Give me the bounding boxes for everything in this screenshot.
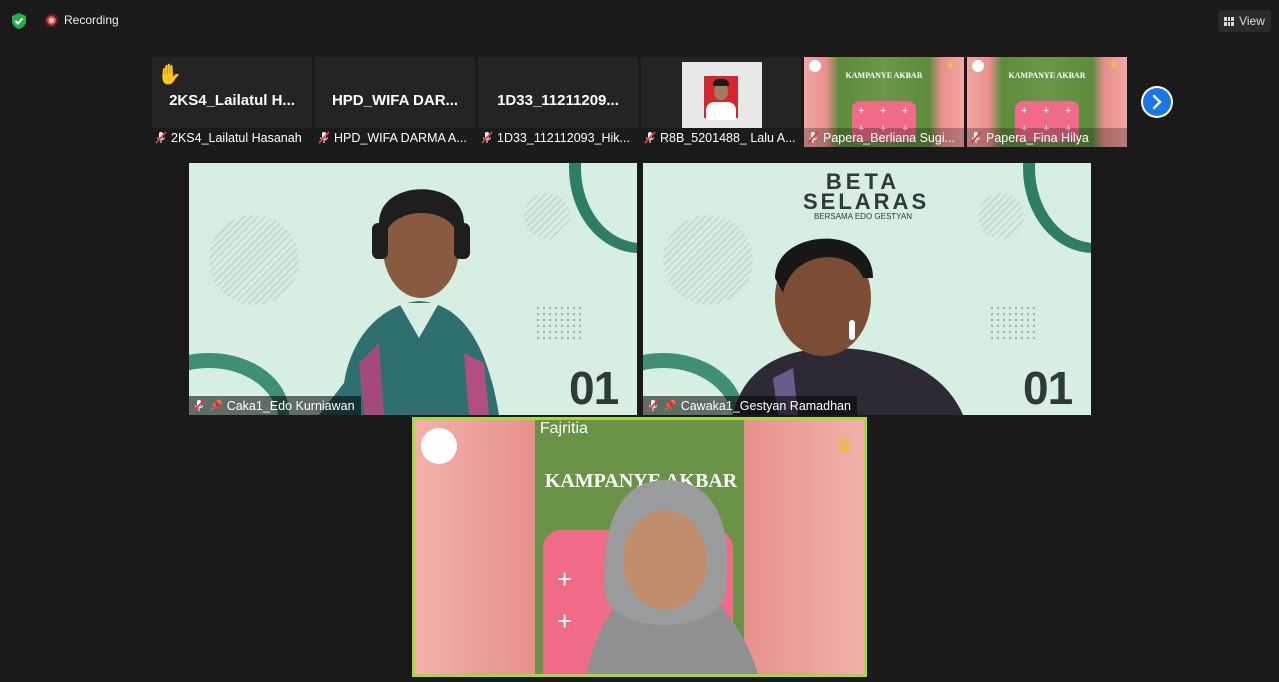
participant-name: Cawaka1_Gestyan Ramadhan xyxy=(680,398,851,413)
active-speaker-video[interactable]: ♛ KAMPANYE AKBAR + + 📌 MC_Rahajeng Fajri… xyxy=(412,417,867,677)
participant-tile[interactable]: ♛ KAMPANYE AKBAR + + + + + + Papera_Fina Hily… xyxy=(967,57,1127,147)
participant-name: Caka1_Edo Kurniawan xyxy=(226,398,355,413)
muted-mic-icon xyxy=(155,131,167,144)
participant-name-tag: Papera_Fina Hilya xyxy=(967,128,1127,147)
participant-tile[interactable]: R8B_5201488_ Lalu A... xyxy=(641,57,801,147)
recording-label: Recording xyxy=(64,13,119,27)
grid-view-icon xyxy=(1224,16,1235,26)
participant-name-tag: 📌 Caka1_Edo Kurniawan xyxy=(189,396,361,415)
participant-profile-photo xyxy=(682,62,762,128)
muted-mic-icon xyxy=(481,131,493,144)
recording-indicator[interactable]: Recording xyxy=(45,13,119,27)
participant-name-tag: HPD_WIFA DARMA A... xyxy=(315,128,475,147)
muted-mic-icon xyxy=(193,399,205,412)
participant-tile[interactable]: 1D33_11211209... 1D33_112112093_Hik... xyxy=(478,57,638,147)
participant-tile[interactable]: HPD_WIFA DAR... HPD_WIFA DARMA A... xyxy=(315,57,475,147)
pin-icon: 📌 xyxy=(209,400,223,412)
muted-mic-icon xyxy=(970,131,982,144)
participant-name-tag: R8B_5201488_ Lalu A... xyxy=(641,128,801,147)
slide-number: 01 xyxy=(1023,362,1073,414)
view-button-label: View xyxy=(1239,14,1265,28)
participant-strip: ✋ 2KS4_Lailatul H... 2KS4_Lailatul Hasan… xyxy=(152,57,1128,147)
participant-name-tag: Papera_Berliana Sugi... xyxy=(804,128,964,147)
participant-name: 1D33_112112093_Hik... xyxy=(497,130,630,145)
muted-mic-icon xyxy=(807,131,819,144)
top-bar: Recording View xyxy=(0,0,1279,40)
participant-name: R8B_5201488_ Lalu A... xyxy=(660,130,796,145)
security-shield-icon[interactable] xyxy=(10,12,28,30)
pin-icon: 📌 xyxy=(663,400,677,412)
participant-name-tag: 1D33_112112093_Hik... xyxy=(478,128,638,147)
speaker-figure xyxy=(319,189,499,415)
speaker-figure xyxy=(733,238,963,415)
emblem-icon: ♛ xyxy=(946,60,955,71)
video-banner-text: KAMPANYE AKBAR xyxy=(1008,71,1086,80)
emblem-icon: ♛ xyxy=(834,432,854,457)
event-logo-icon xyxy=(421,428,457,464)
participant-name-tag: 2KS4_Lailatul Hasanah xyxy=(152,128,312,147)
view-button[interactable]: View xyxy=(1218,10,1271,32)
recording-icon xyxy=(45,13,58,27)
muted-mic-icon xyxy=(644,131,656,144)
video-banner-text: KAMPANYE AKBAR xyxy=(845,71,923,80)
participant-name: Papera_Berliana Sugi... xyxy=(823,130,956,145)
chevron-right-icon xyxy=(1152,94,1162,110)
participant-name: HPD_WIFA DARMA A... xyxy=(334,130,467,145)
participant-name: Papera_Fina Hilya xyxy=(986,130,1089,145)
next-page-button[interactable] xyxy=(1141,86,1173,118)
event-logo-icon xyxy=(809,60,821,72)
participant-name: 2KS4_Lailatul Hasanah xyxy=(171,130,302,145)
emblem-icon: ♛ xyxy=(1109,60,1118,71)
participant-tile[interactable]: ✋ 2KS4_Lailatul H... 2KS4_Lailatul Hasan… xyxy=(152,57,312,147)
participant-display-name: 2KS4_Lailatul H... xyxy=(169,92,295,109)
video-tile-cawaka[interactable]: BETA SELARAS BERSAMA EDO GESTYAN 01 📌 Ca… xyxy=(643,163,1091,415)
raised-hand-icon: ✋ xyxy=(157,64,182,86)
participant-display-name: 1D33_11211209... xyxy=(497,92,619,109)
event-logo-icon xyxy=(972,60,984,72)
video-tile-caka[interactable]: 01 📌 Caka1_Edo Kurniawan xyxy=(189,163,637,415)
participant-name-tag: 📌 Cawaka1_Gestyan Ramadhan xyxy=(643,396,857,415)
muted-mic-icon xyxy=(647,399,659,412)
participant-display-name: HPD_WIFA DAR... xyxy=(331,92,459,109)
speaker-figure xyxy=(586,480,758,674)
participant-tile[interactable]: ♛ KAMPANYE AKBAR + + + + + + Papera_Berliana … xyxy=(804,57,964,147)
muted-mic-icon xyxy=(318,131,330,144)
slide-number: 01 xyxy=(569,362,619,414)
